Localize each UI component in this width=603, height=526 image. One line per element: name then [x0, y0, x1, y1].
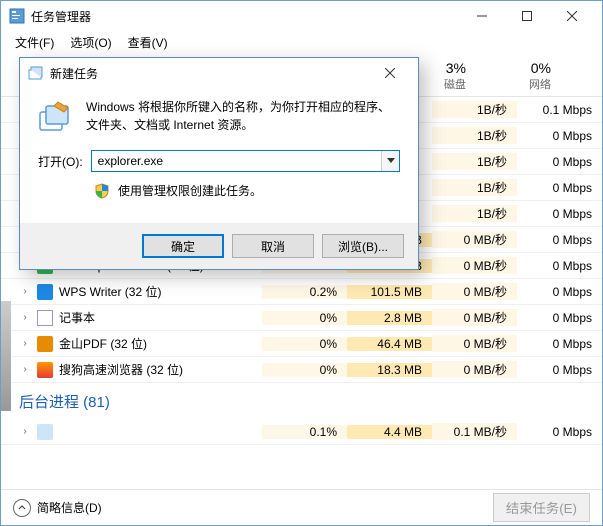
process-icon: [37, 336, 53, 352]
mem-cell: 46.4 MB: [347, 337, 432, 351]
net-cell: 0 Mbps: [517, 285, 602, 299]
browse-button[interactable]: 浏览(B)...: [322, 234, 404, 258]
net-cell: 0 Mbps: [517, 233, 602, 247]
table-row[interactable]: › 0.1% 4.4 MB 0.1 MB/秒 0 Mbps: [1, 419, 602, 445]
net-header[interactable]: 0%网络: [476, 53, 561, 96]
open-input[interactable]: [92, 151, 381, 171]
disk-cell: 0 MB/秒: [432, 257, 517, 274]
net-cell: 0 Mbps: [517, 207, 602, 221]
net-cell: 0 Mbps: [517, 363, 602, 377]
bottom-bar: 简略信息(D) 结束任务(E): [1, 489, 602, 525]
fewer-details-toggle[interactable]: 简略信息(D): [13, 499, 102, 517]
mem-cell: 2.8 MB: [347, 311, 432, 325]
dialog-description-row: Windows 将根据你所键入的名称，为你打开相应的程序、文件夹、文档或 Int…: [38, 98, 400, 134]
ok-button[interactable]: 确定: [142, 234, 224, 258]
open-row: 打开(O):: [38, 150, 400, 172]
net-cell: 0 Mbps: [517, 337, 602, 351]
window-controls: [459, 1, 594, 31]
table-row[interactable]: › 记事本 0% 2.8 MB 0 MB/秒 0 Mbps: [1, 305, 602, 331]
chevron-right-icon[interactable]: ›: [19, 312, 31, 323]
mem-cell: 101.5 MB: [347, 285, 432, 299]
gear-icon: [37, 424, 53, 440]
disk-cell: 1B/秒: [432, 101, 517, 118]
chevron-right-icon[interactable]: ›: [19, 426, 31, 437]
process-name: WPS Writer (32 位): [59, 283, 262, 300]
window-title: 任务管理器: [31, 8, 459, 25]
chevron-right-icon[interactable]: ›: [19, 338, 31, 349]
background-section[interactable]: 后台进程 (81): [1, 383, 602, 419]
cpu-cell: 0%: [262, 363, 347, 377]
app-icon: [9, 8, 25, 24]
net-cell: 0.1 Mbps: [517, 103, 602, 117]
table-row[interactable]: › 搜狗高速浏览器 (32 位) 0% 18.3 MB 0 MB/秒 0 Mbp…: [1, 357, 602, 383]
dialog-body: Windows 将根据你所键入的名称，为你打开相应的程序、文件夹、文档或 Int…: [20, 88, 418, 199]
cpu-cell: 0.1%: [262, 425, 347, 439]
table-row[interactable]: › 金山PDF (32 位) 0% 46.4 MB 0 MB/秒 0 Mbps: [1, 331, 602, 357]
cpu-cell: 0%: [262, 337, 347, 351]
chevron-up-icon: [13, 499, 31, 517]
menu-options[interactable]: 选项(O): [64, 32, 117, 53]
left-edge-strip: [1, 301, 11, 411]
admin-row: 使用管理权限创建此任务。: [38, 182, 400, 199]
dialog-close-button[interactable]: [370, 58, 410, 88]
section-label: 后台进程 (81): [19, 391, 110, 412]
run-dialog-icon: [28, 65, 44, 81]
process-name: 搜狗高速浏览器 (32 位): [59, 361, 262, 378]
end-task-button[interactable]: 结束任务(E): [493, 493, 590, 522]
disk-cell: 0 MB/秒: [432, 361, 517, 378]
admin-text: 使用管理权限创建此任务。: [118, 182, 262, 199]
disk-cell: 1B/秒: [432, 179, 517, 196]
combobox-dropdown-button[interactable]: [381, 151, 399, 171]
disk-cell: 1B/秒: [432, 153, 517, 170]
dialog-title: 新建任务: [50, 65, 98, 82]
process-name: 记事本: [59, 309, 262, 326]
net-cell: 0 Mbps: [517, 129, 602, 143]
disk-cell: 0.1 MB/秒: [432, 423, 517, 440]
dialog-description: Windows 将根据你所键入的名称，为你打开相应的程序、文件夹、文档或 Int…: [86, 98, 400, 134]
chevron-right-icon[interactable]: ›: [19, 286, 31, 297]
mem-cell: 18.3 MB: [347, 363, 432, 377]
cpu-cell: 0.2%: [262, 285, 347, 299]
disk-cell: 1B/秒: [432, 127, 517, 144]
run-icon: [38, 98, 74, 134]
menu-view[interactable]: 查看(V): [122, 32, 174, 53]
net-cell: 0 Mbps: [517, 259, 602, 273]
fewer-details-label: 简略信息(D): [37, 499, 102, 516]
process-icon: [37, 362, 53, 378]
disk-cell: 0 MB/秒: [432, 231, 517, 248]
table-row[interactable]: › WPS Writer (32 位) 0.2% 101.5 MB 0 MB/秒…: [1, 279, 602, 305]
net-cell: 0 Mbps: [517, 181, 602, 195]
task-manager-window: 任务管理器 文件(F) 选项(O) 查看(V) 3%磁盘 0%网络 › 1B/秒…: [0, 0, 603, 526]
dialog-buttons: 确定 取消 浏览(B)...: [20, 223, 418, 269]
net-cell: 0 Mbps: [517, 425, 602, 439]
disk-cell: 0 MB/秒: [432, 283, 517, 300]
net-cell: 0 Mbps: [517, 311, 602, 325]
shield-icon: [94, 183, 110, 199]
net-cell: 0 Mbps: [517, 155, 602, 169]
dialog-titlebar[interactable]: 新建任务: [20, 58, 418, 88]
minimize-button[interactable]: [459, 1, 504, 31]
close-button[interactable]: [549, 1, 594, 31]
process-icon: [37, 310, 53, 326]
disk-cell: 1B/秒: [432, 205, 517, 222]
cancel-button[interactable]: 取消: [232, 234, 314, 258]
titlebar[interactable]: 任务管理器: [1, 1, 602, 31]
open-combobox[interactable]: [91, 150, 400, 172]
disk-cell: 0 MB/秒: [432, 335, 517, 352]
new-task-dialog: 新建任务 Windows 将根据你所键入的名称，为你打开相应的程序、文件夹、文档…: [19, 57, 419, 270]
menubar: 文件(F) 选项(O) 查看(V): [1, 31, 602, 53]
cpu-cell: 0%: [262, 311, 347, 325]
mem-cell: 4.4 MB: [347, 425, 432, 439]
disk-cell: 0 MB/秒: [432, 309, 517, 326]
maximize-button[interactable]: [504, 1, 549, 31]
menu-file[interactable]: 文件(F): [9, 32, 60, 53]
open-label: 打开(O):: [38, 153, 83, 170]
chevron-right-icon[interactable]: ›: [19, 364, 31, 375]
process-icon: [37, 284, 53, 300]
process-name: 金山PDF (32 位): [59, 335, 262, 352]
